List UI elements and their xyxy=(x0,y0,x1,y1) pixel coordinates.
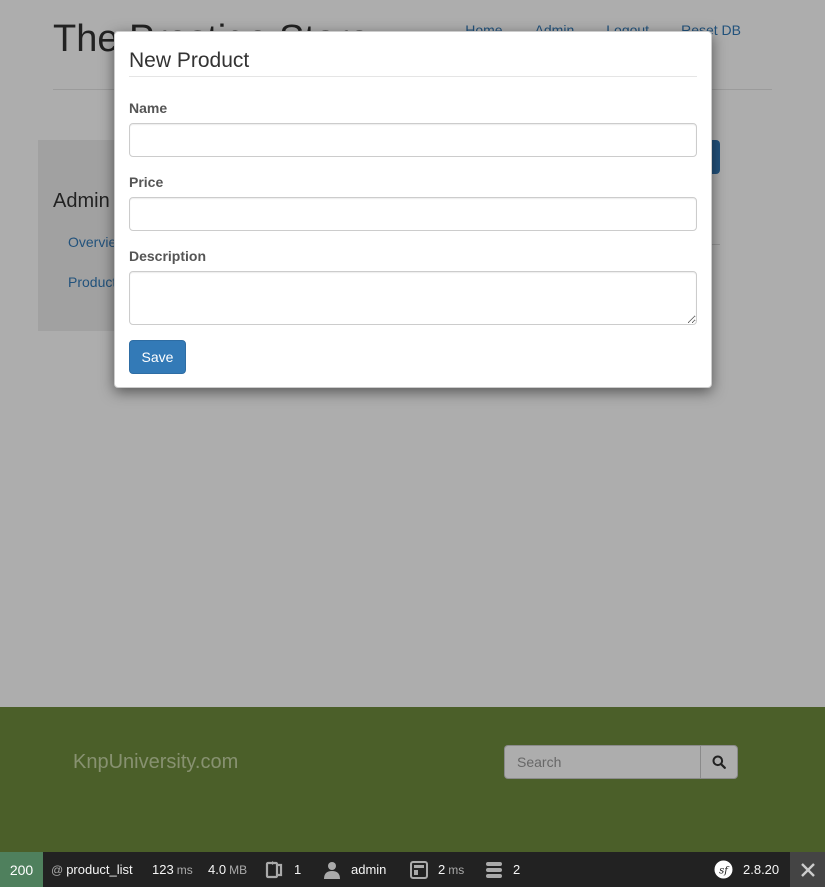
new-product-modal: New Product Name Price Description Save xyxy=(114,31,712,388)
db-query-count: 2 xyxy=(513,862,521,877)
description-field[interactable] xyxy=(129,271,697,325)
render-panel[interactable]: 2 ms xyxy=(410,852,464,887)
toolbar-close-button[interactable] xyxy=(790,852,825,887)
time-unit: ms xyxy=(176,862,193,877)
modal-title-divider xyxy=(129,76,697,77)
time-value: 123 xyxy=(152,862,174,877)
time-panel[interactable]: 123 ms xyxy=(152,852,193,887)
route-prefix: @ xyxy=(51,862,64,877)
user-icon xyxy=(323,861,341,879)
name-field[interactable] xyxy=(129,123,697,157)
database-icon xyxy=(485,861,503,879)
symfony-logo-icon: sf xyxy=(714,860,733,879)
memory-unit: MB xyxy=(229,862,248,877)
price-field[interactable] xyxy=(129,197,697,231)
route-name: product_list xyxy=(66,862,133,877)
render-unit: ms xyxy=(448,862,465,877)
memory-value: 4.0 xyxy=(208,862,227,877)
database-panel[interactable]: 2 xyxy=(485,852,520,887)
symfony-version: 2.8.20 xyxy=(743,862,780,877)
forms-count: 1 xyxy=(294,862,302,877)
save-button[interactable]: Save xyxy=(129,340,186,374)
forms-panel[interactable]: 1 xyxy=(264,852,301,887)
forms-icon xyxy=(264,860,284,880)
template-icon xyxy=(410,860,428,879)
user-name: admin xyxy=(351,862,387,877)
name-label: Name xyxy=(129,100,168,116)
memory-panel[interactable]: 4.0 MB xyxy=(208,852,247,887)
render-value: 2 xyxy=(438,862,446,877)
price-label: Price xyxy=(129,174,164,190)
modal-title: New Product xyxy=(129,49,250,72)
debug-toolbar: 200 @ product_list 123 ms 4.0 MB 1 admin xyxy=(0,852,825,887)
description-label: Description xyxy=(129,248,207,264)
route-info[interactable]: @ product_list xyxy=(51,852,133,887)
symfony-panel[interactable]: sf 2.8.20 xyxy=(714,852,779,887)
security-panel[interactable]: admin xyxy=(323,852,386,887)
status-code-badge[interactable]: 200 xyxy=(0,852,43,887)
close-icon xyxy=(800,862,815,877)
